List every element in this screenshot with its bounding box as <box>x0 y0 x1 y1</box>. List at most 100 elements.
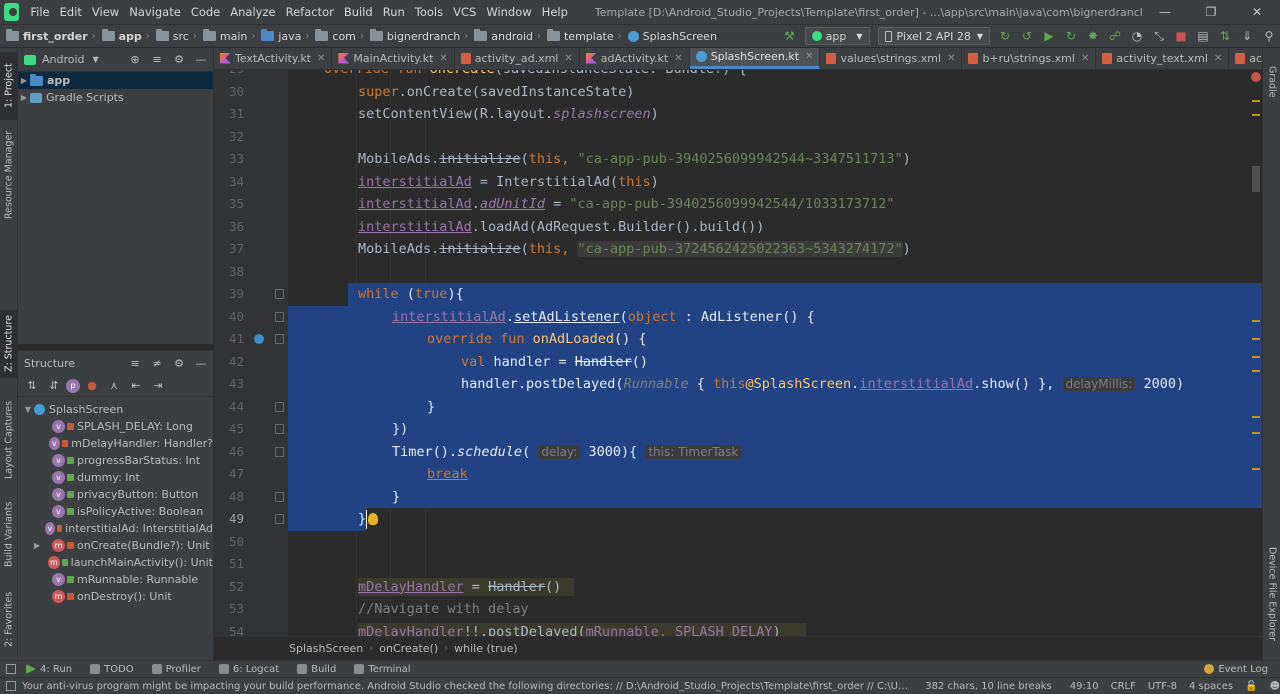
tool-build[interactable]: Build <box>297 664 336 675</box>
tab-build-variants[interactable]: Build Variants <box>0 494 18 574</box>
crumb-java[interactable]: java › <box>255 29 309 43</box>
hide-icon[interactable]: — <box>191 354 211 372</box>
structure-member[interactable]: v mDelayHandler: Handler? <box>18 435 213 452</box>
attach-debugger-icon[interactable]: ⤡ <box>1151 28 1167 44</box>
collapse-icon[interactable]: ≡ <box>147 51 167 69</box>
hammer-icon[interactable]: ⚒ <box>782 28 798 44</box>
menu-analyze[interactable]: Analyze <box>225 0 280 24</box>
scrollbar-thumb[interactable] <box>1252 166 1260 192</box>
hide-icon[interactable]: — <box>191 51 211 69</box>
status-caret-position[interactable]: 49:10 <box>1070 681 1099 692</box>
fold-marker-icon[interactable] <box>275 334 284 344</box>
crumb-android[interactable]: android › <box>468 29 541 43</box>
tool-todo[interactable]: TODO <box>90 664 134 675</box>
show-inherited-icon[interactable]: ⋏ <box>104 377 124 395</box>
menu-code[interactable]: Code <box>186 0 225 24</box>
crumb-com[interactable]: com › <box>309 29 364 43</box>
tool-window-toggle-icon[interactable] <box>6 664 16 674</box>
crumb-app[interactable]: app › <box>96 29 150 43</box>
structure-member[interactable]: m launchMainActivity(): Unit <box>18 554 213 571</box>
close-icon[interactable]: ✕ <box>439 53 447 64</box>
close-icon[interactable]: ✕ <box>1214 53 1222 64</box>
crumb-template[interactable]: template › <box>541 29 622 43</box>
tool-window-toggle-icon[interactable] <box>6 681 16 691</box>
show-non-public-icon[interactable]: ● <box>82 377 102 395</box>
apply-changes-icon[interactable]: ↻ <box>997 28 1013 44</box>
expand-icon[interactable]: ▶ <box>18 93 30 102</box>
tool-profiler[interactable]: Profiler <box>151 664 201 675</box>
menu-build[interactable]: Build <box>339 0 378 24</box>
coverage-icon[interactable]: ☍ <box>1107 28 1123 44</box>
structure-member[interactable]: v isPolicyActive: Boolean <box>18 503 213 520</box>
tab-layout-captures[interactable]: Layout Captures <box>0 396 18 484</box>
sdk-manager-icon[interactable]: ⇓ <box>1239 28 1255 44</box>
close-icon[interactable]: ✕ <box>564 53 572 64</box>
status-indent[interactable]: 4 spaces <box>1189 681 1233 692</box>
close-icon[interactable]: ✕ <box>317 53 325 64</box>
menu-file[interactable]: File <box>25 0 54 24</box>
close-icon[interactable]: ✕ <box>1234 0 1280 24</box>
gear-icon[interactable]: ⚙ <box>169 51 189 69</box>
gear-icon[interactable]: ⚙ <box>169 354 189 372</box>
error-stripe[interactable] <box>1250 70 1262 636</box>
tool-run[interactable]: 4: Run <box>26 664 72 675</box>
fold-marker-icon[interactable] <box>275 401 284 412</box>
close-icon[interactable]: ✕ <box>674 53 682 64</box>
minimize-icon[interactable]: — <box>1142 0 1188 24</box>
editor-tab[interactable]: values\strings.xml ✕ <box>820 48 963 69</box>
editor-tab[interactable]: activity_main.xml✕ <box>1229 48 1262 69</box>
status-message[interactable]: Your anti-virus program might be impacti… <box>22 681 913 692</box>
fold-marker-icon[interactable] <box>275 289 284 299</box>
structure-member[interactable]: m onDestroy(): Unit <box>18 588 213 605</box>
crumb-splashscreen[interactable]: SplashScreen <box>622 30 717 43</box>
structure-member[interactable]: v dummy: Int <box>18 469 213 486</box>
lock-icon[interactable]: 🔓 <box>1245 681 1257 692</box>
sync-gradle-icon[interactable]: ⇅ <box>1217 28 1233 44</box>
device-select[interactable]: Pixel 2 API 28 ▼ <box>877 27 990 45</box>
structure-member[interactable]: v SPLASH_DELAY: Long <box>18 418 213 435</box>
crumb-bignerdranch[interactable]: bignerdranch › <box>364 29 468 43</box>
search-icon[interactable]: ⚲ <box>1261 28 1277 44</box>
menu-edit[interactable]: Edit <box>55 0 87 24</box>
tab-gradle[interactable]: Gradle <box>1263 52 1280 112</box>
editor-tab[interactable]: adActivity.kt ✕ <box>580 48 690 69</box>
editor-tab[interactable]: SplashScreen.kt ✕ <box>689 48 821 69</box>
tree-item-gradle-scripts[interactable]: ▶ Gradle Scripts <box>18 89 213 106</box>
structure-member[interactable]: v mRunnable: Runnable <box>18 571 213 588</box>
editor-tab[interactable]: activity_text.xml ✕ <box>1096 48 1230 69</box>
crumb-src[interactable]: src › <box>150 29 197 43</box>
device-manager-icon[interactable]: ▤ <box>1195 28 1211 44</box>
rerun-icon[interactable]: ↻ <box>1063 28 1079 44</box>
fold-marker-icon[interactable] <box>275 491 284 502</box>
fold-marker-icon[interactable] <box>275 446 284 457</box>
debug-icon[interactable]: ✸ <box>1085 28 1101 44</box>
run-config-select[interactable]: app ▼ <box>804 27 870 45</box>
menu-navigate[interactable]: Navigate <box>124 0 186 24</box>
tab-device-file-explorer[interactable]: Device File Explorer <box>1263 534 1280 654</box>
sort-alpha-icon[interactable]: ⇅ <box>22 377 42 395</box>
autoscroll-to-source-icon[interactable]: ⇤ <box>126 377 146 395</box>
structure-member[interactable]: v privacyButton: Button <box>18 486 213 503</box>
menu-help[interactable]: Help <box>537 0 573 24</box>
menu-refactor[interactable]: Refactor <box>281 0 339 24</box>
tab-resource-manager[interactable]: Resource Manager <box>0 126 18 224</box>
crumb-main[interactable]: main › <box>197 29 255 43</box>
status-encoding[interactable]: UTF-8 <box>1148 681 1177 692</box>
editor-tab[interactable]: MainActivity.kt ✕ <box>332 48 455 69</box>
structure-root[interactable]: ▼ SplashScreen <box>18 401 213 418</box>
menu-view[interactable]: View <box>87 0 124 24</box>
expand-icon[interactable]: ▶ <box>22 541 52 550</box>
breadcrumb-loop[interactable]: while (true) <box>454 642 518 655</box>
menu-run[interactable]: Run <box>378 0 410 24</box>
expand-all-icon[interactable]: ≡ <box>125 354 145 372</box>
fold-marker-icon[interactable] <box>275 514 284 524</box>
lightbulb-icon[interactable] <box>368 513 378 525</box>
breadcrumb-class[interactable]: SplashScreen <box>289 642 363 655</box>
tool-event-log[interactable]: Event Log <box>1204 664 1268 675</box>
chevron-down-icon[interactable]: ▼ <box>93 55 99 64</box>
override-method-icon[interactable] <box>254 334 264 344</box>
editor-tab[interactable]: activity_ad.xml ✕ <box>455 48 580 69</box>
run-icon[interactable]: ▶ <box>1041 28 1057 44</box>
fold-marker-icon[interactable] <box>275 424 284 434</box>
menu-window[interactable]: Window <box>481 0 536 24</box>
